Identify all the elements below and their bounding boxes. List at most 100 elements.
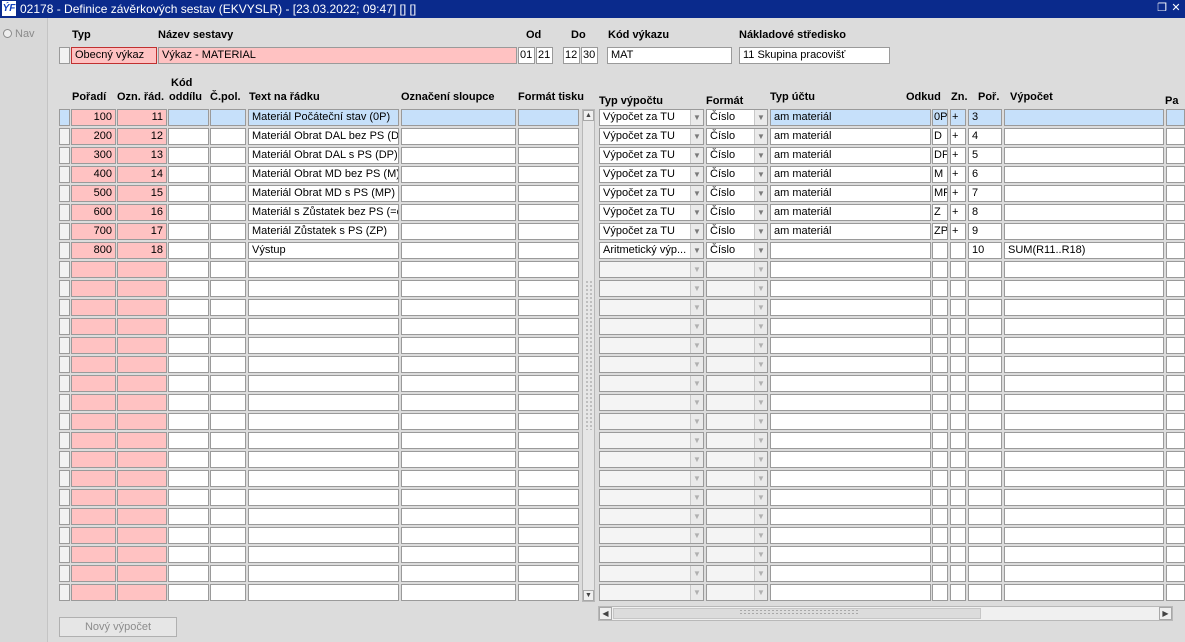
- cell-typ_uctu[interactable]: [770, 337, 931, 354]
- cell-ftisk[interactable]: [518, 375, 579, 392]
- cell-typ_uctu[interactable]: [770, 432, 931, 449]
- chevron-down-icon[interactable]: ▼: [754, 205, 767, 220]
- cell-ozn[interactable]: [117, 280, 167, 297]
- chevron-down-icon[interactable]: ▼: [754, 547, 767, 562]
- cell-vypocet[interactable]: [1004, 299, 1164, 316]
- cell-vypocet[interactable]: [1004, 432, 1164, 449]
- cell-odkud[interactable]: [932, 299, 948, 316]
- chevron-down-icon[interactable]: ▼: [754, 243, 767, 258]
- cell-por[interactable]: [968, 489, 1002, 506]
- cell-ftisk[interactable]: [518, 261, 579, 278]
- cell-cpol[interactable]: [210, 280, 246, 297]
- cell-por[interactable]: [968, 394, 1002, 411]
- cell-poradi[interactable]: [71, 337, 116, 354]
- cell-oznac[interactable]: [401, 261, 516, 278]
- cell-poradi[interactable]: [71, 299, 116, 316]
- cell-extra[interactable]: [1166, 413, 1185, 430]
- typ-vypoctu-select[interactable]: ▼: [599, 432, 704, 449]
- cell-kod[interactable]: [168, 280, 209, 297]
- cell-vypocet[interactable]: [1004, 451, 1164, 468]
- cell-zn[interactable]: +: [950, 223, 966, 240]
- chevron-down-icon[interactable]: ▼: [754, 319, 767, 334]
- cell-text[interactable]: [248, 527, 399, 544]
- cell-por[interactable]: [968, 318, 1002, 335]
- chevron-down-icon[interactable]: ▼: [754, 186, 767, 201]
- cell-por[interactable]: [968, 280, 1002, 297]
- cell-typ_uctu[interactable]: [770, 527, 931, 544]
- cell-cpol[interactable]: [210, 109, 246, 126]
- cell-ftisk[interactable]: [518, 280, 579, 297]
- cell-poradi[interactable]: 500: [71, 185, 116, 202]
- cell-oznac[interactable]: [401, 413, 516, 430]
- cell-extra[interactable]: [1166, 185, 1185, 202]
- row-selector[interactable]: [59, 204, 70, 221]
- cell-ozn[interactable]: [117, 489, 167, 506]
- typ-vypoctu-select[interactable]: ▼: [599, 451, 704, 468]
- cell-vypocet[interactable]: [1004, 147, 1164, 164]
- cell-typ_uctu[interactable]: [770, 470, 931, 487]
- typ-vypoctu-select[interactable]: ▼: [599, 280, 704, 297]
- chevron-down-icon[interactable]: ▼: [690, 471, 703, 486]
- cell-cpol[interactable]: [210, 337, 246, 354]
- cell-ozn[interactable]: [117, 413, 167, 430]
- cell-odkud[interactable]: [932, 375, 948, 392]
- typ-vypoctu-select[interactable]: Výpočet za TU ▼: [599, 147, 704, 164]
- format-select[interactable]: Číslo ▼: [706, 147, 768, 164]
- cell-ftisk[interactable]: [518, 584, 579, 601]
- cell-vypocet[interactable]: [1004, 318, 1164, 335]
- chevron-down-icon[interactable]: ▼: [754, 528, 767, 543]
- cell-kod[interactable]: [168, 109, 209, 126]
- cell-odkud[interactable]: ZP: [932, 223, 948, 240]
- cell-vypocet[interactable]: [1004, 527, 1164, 544]
- typ-vypoctu-select[interactable]: ▼: [599, 261, 704, 278]
- cell-text[interactable]: [248, 356, 399, 373]
- stredisko-field[interactable]: 11 Skupina pracovišť: [739, 47, 890, 64]
- header-row-selector[interactable]: [59, 47, 70, 64]
- cell-ozn[interactable]: [117, 337, 167, 354]
- row-selector[interactable]: [59, 280, 70, 297]
- cell-text[interactable]: [248, 337, 399, 354]
- typ-vypoctu-select[interactable]: Výpočet za TU ▼: [599, 109, 704, 126]
- row-selector[interactable]: [59, 242, 70, 259]
- format-select[interactable]: ▼: [706, 432, 768, 449]
- typ-vypoctu-select[interactable]: ▼: [599, 318, 704, 335]
- nazev-field[interactable]: Výkaz - MATERIAL: [158, 47, 517, 64]
- cell-odkud[interactable]: [932, 584, 948, 601]
- cell-ozn[interactable]: 12: [117, 128, 167, 145]
- cell-kod[interactable]: [168, 147, 209, 164]
- chevron-down-icon[interactable]: ▼: [754, 281, 767, 296]
- row-selector[interactable]: [59, 166, 70, 183]
- cell-extra[interactable]: [1166, 261, 1185, 278]
- cell-por[interactable]: 10: [968, 242, 1002, 259]
- cell-odkud[interactable]: [932, 413, 948, 430]
- cell-poradi[interactable]: 300: [71, 147, 116, 164]
- cell-cpol[interactable]: [210, 166, 246, 183]
- format-select[interactable]: ▼: [706, 375, 768, 392]
- novy-vypocet-button[interactable]: Nový výpočet: [59, 617, 177, 637]
- cell-text[interactable]: [248, 451, 399, 468]
- restore-icon[interactable]: ❐: [1156, 1, 1168, 15]
- nav-label[interactable]: Nav: [15, 28, 35, 40]
- cell-typ_uctu[interactable]: [770, 546, 931, 563]
- chevron-down-icon[interactable]: ▼: [690, 509, 703, 524]
- cell-odkud[interactable]: [932, 242, 948, 259]
- cell-cpol[interactable]: [210, 451, 246, 468]
- cell-ozn[interactable]: [117, 508, 167, 525]
- typ-vypoctu-select[interactable]: ▼: [599, 508, 704, 525]
- typ-vypoctu-select[interactable]: ▼: [599, 470, 704, 487]
- cell-por[interactable]: [968, 356, 1002, 373]
- cell-odkud[interactable]: DP: [932, 147, 948, 164]
- cell-por[interactable]: [968, 375, 1002, 392]
- cell-extra[interactable]: [1166, 451, 1185, 468]
- chevron-down-icon[interactable]: ▼: [754, 262, 767, 277]
- cell-extra[interactable]: [1166, 147, 1185, 164]
- cell-odkud[interactable]: 0P: [932, 109, 948, 126]
- cell-oznac[interactable]: [401, 318, 516, 335]
- cell-zn[interactable]: [950, 375, 966, 392]
- typ-vypoctu-select[interactable]: ▼: [599, 394, 704, 411]
- typ-vypoctu-select[interactable]: Výpočet za TU ▼: [599, 166, 704, 183]
- cell-text[interactable]: [248, 375, 399, 392]
- cell-oznac[interactable]: [401, 109, 516, 126]
- vertical-scrollbar[interactable]: ▲ ▼: [582, 109, 595, 602]
- cell-oznac[interactable]: [401, 565, 516, 582]
